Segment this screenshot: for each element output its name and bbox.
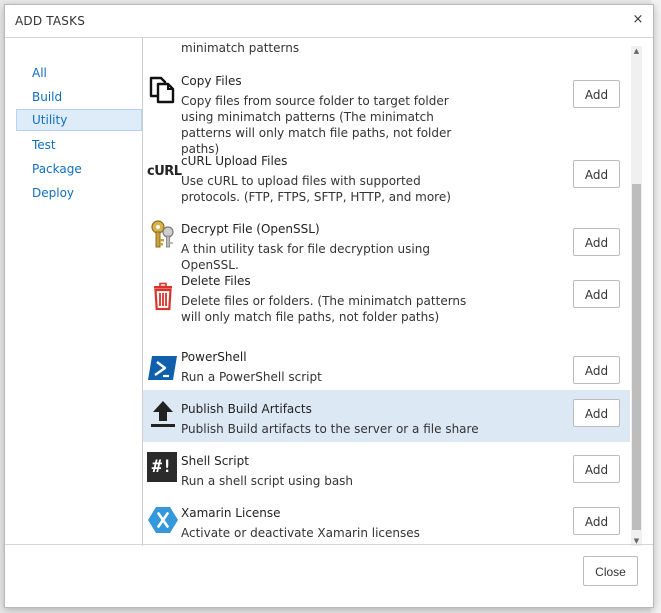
- task-name: Xamarin License: [181, 506, 281, 520]
- task-row-powershell: PowerShell Run a PowerShell script Add: [143, 338, 630, 390]
- category-test[interactable]: Test: [16, 134, 142, 156]
- task-description: Activate or deactivate Xamarin licenses: [181, 526, 420, 540]
- add-xamarin-license-button[interactable]: Add: [573, 507, 620, 535]
- add-publish-build-artifacts-button[interactable]: Add: [573, 399, 620, 427]
- curl-icon: cURL: [147, 164, 182, 179]
- task-description: Run a PowerShell script: [181, 370, 322, 384]
- copy-files-icon: [149, 76, 175, 104]
- task-name: Publish Build Artifacts: [181, 402, 312, 416]
- task-description: Use cURL to upload files with supported …: [181, 174, 451, 204]
- task-name: Delete Files: [181, 274, 251, 288]
- add-powershell-button[interactable]: Add: [573, 356, 620, 384]
- task-name: Shell Script: [181, 454, 249, 468]
- task-row-delete-files: Delete Files Delete files or folders. (T…: [143, 262, 630, 338]
- keys-icon: [151, 220, 174, 248]
- dialog-titlebar: ADD TASKS ×: [5, 5, 653, 38]
- dialog-footer: Close: [5, 544, 653, 607]
- task-row-shell-script: #! Shell Script Run a shell script using…: [143, 442, 630, 494]
- task-row-xamarin-license: Xamarin License Activate or deactivate X…: [143, 494, 630, 546]
- scroll-up-arrow-icon[interactable]: ▲: [631, 46, 642, 56]
- add-decrypt-file-button[interactable]: Add: [573, 228, 620, 256]
- task-row-copy-files: Copy Files Copy files from source folder…: [143, 66, 630, 156]
- add-tasks-dialog: ADD TASKS × All Build Utility Test Packa…: [4, 4, 654, 608]
- add-curl-upload-button[interactable]: Add: [573, 160, 620, 188]
- task-name: Copy Files: [181, 74, 242, 88]
- task-name: PowerShell: [181, 350, 247, 364]
- task-name: Decrypt File (OpenSSL): [181, 222, 320, 236]
- add-delete-files-button[interactable]: Add: [573, 280, 620, 308]
- task-row-curl-upload: cURL cURL Upload Files Use cURL to uploa…: [143, 142, 630, 210]
- category-build[interactable]: Build: [16, 86, 142, 108]
- shell-script-icon: #!: [147, 452, 177, 482]
- task-description: Run a shell script using bash: [181, 474, 354, 488]
- close-icon[interactable]: ×: [631, 13, 645, 27]
- xamarin-icon: [148, 507, 178, 533]
- upload-icon: [151, 401, 175, 427]
- task-description: Delete files or folders. (The minimatch …: [181, 294, 467, 324]
- close-button[interactable]: Close: [583, 556, 638, 586]
- powershell-icon: [148, 356, 177, 380]
- scrollbar-thumb[interactable]: [632, 184, 641, 530]
- task-description: Publish Build artifacts to the server or…: [181, 422, 479, 436]
- dialog-title: ADD TASKS: [15, 14, 86, 28]
- add-copy-files-button[interactable]: Add: [573, 80, 620, 108]
- category-deploy[interactable]: Deploy: [16, 182, 142, 204]
- add-shell-script-button[interactable]: Add: [573, 455, 620, 483]
- task-row-decrypt-file: Decrypt File (OpenSSL) A thin utility ta…: [143, 210, 630, 272]
- task-list-scrollbar[interactable]: ▲ ▼: [631, 46, 642, 546]
- task-list: minimatch patterns Copy Files Copy files…: [143, 38, 630, 546]
- category-all[interactable]: All: [16, 62, 142, 84]
- category-package[interactable]: Package: [16, 158, 142, 180]
- task-row-publish-build-artifacts[interactable]: Publish Build Artifacts Publish Build ar…: [143, 390, 630, 442]
- partial-task-description: minimatch patterns: [181, 41, 300, 55]
- task-name: cURL Upload Files: [181, 154, 288, 168]
- trash-icon: [154, 282, 172, 311]
- category-utility[interactable]: Utility: [16, 109, 142, 131]
- category-sidebar: All Build Utility Test Package Deploy: [5, 38, 143, 546]
